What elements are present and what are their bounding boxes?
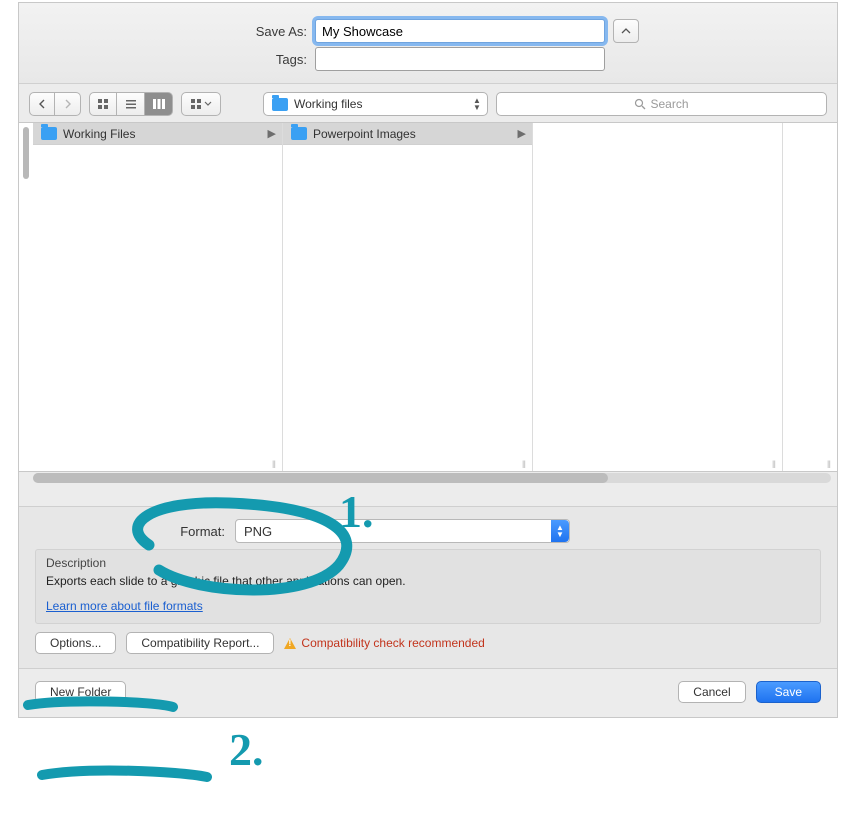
scroll-thumb[interactable] xyxy=(33,473,608,483)
column-resize-handle[interactable]: ‖ xyxy=(772,460,778,471)
view-list-button[interactable] xyxy=(117,92,145,116)
column-browser: Working Files ▶ ‖ Powerpoint Images ▶ ‖ … xyxy=(19,122,837,472)
nav-back-button[interactable] xyxy=(29,92,55,116)
compatibility-report-button[interactable]: Compatibility Report... xyxy=(126,632,274,654)
description-heading: Description xyxy=(46,556,810,570)
annotation-underline-2 xyxy=(37,763,212,793)
search-input[interactable]: Search xyxy=(496,92,827,116)
description-text: Exports each slide to a graphic file tha… xyxy=(46,574,810,588)
chevron-right-icon: ▶ xyxy=(518,127,526,140)
item-label: Working Files xyxy=(63,127,135,141)
folder-icon xyxy=(291,127,307,140)
format-value: PNG xyxy=(244,524,272,539)
stepper-icon: ▲▼ xyxy=(551,520,569,542)
list-item[interactable]: Powerpoint Images ▶ xyxy=(283,123,532,145)
item-label: Powerpoint Images xyxy=(313,127,416,141)
nav-group xyxy=(29,92,81,116)
learn-more-link[interactable]: Learn more about file formats xyxy=(46,599,203,613)
options-button[interactable]: Options... xyxy=(35,632,116,654)
search-icon xyxy=(634,98,646,110)
nav-forward-button[interactable] xyxy=(55,92,81,116)
description-box: Description Exports each slide to a grap… xyxy=(35,549,821,624)
folder-icon xyxy=(41,127,57,140)
compatibility-warning: Compatibility check recommended xyxy=(284,636,484,650)
browser-column-4[interactable]: ‖ xyxy=(783,123,837,471)
cancel-button[interactable]: Cancel xyxy=(678,681,745,703)
list-item[interactable]: Working Files ▶ xyxy=(33,123,282,145)
browser-column-1[interactable]: Working Files ▶ ‖ xyxy=(33,123,283,471)
browser-toolbar: Working files ▲▼ Search xyxy=(19,84,837,122)
view-group xyxy=(89,92,173,116)
horizontal-scrollbar[interactable] xyxy=(33,473,831,483)
compatibility-warning-text: Compatibility check recommended xyxy=(301,636,484,650)
scroll-thumb[interactable] xyxy=(23,127,29,179)
new-folder-button[interactable]: New Folder xyxy=(35,681,126,703)
tags-label: Tags: xyxy=(217,52,307,67)
warning-icon xyxy=(284,638,296,649)
chevron-right-icon: ▶ xyxy=(268,127,276,140)
dialog-header: Save As: Tags: xyxy=(19,3,837,84)
annotation-number-2: 2. xyxy=(229,723,264,776)
collapse-expand-button[interactable] xyxy=(613,19,639,43)
view-columns-button[interactable] xyxy=(145,92,173,116)
sidebar-scrollbar[interactable] xyxy=(19,123,33,471)
folder-icon xyxy=(272,98,288,111)
saveas-input[interactable] xyxy=(315,19,605,43)
format-select[interactable]: PNG ▲▼ xyxy=(235,519,570,543)
column-resize-handle[interactable]: ‖ xyxy=(522,460,528,471)
arrange-button[interactable] xyxy=(181,92,221,116)
search-placeholder: Search xyxy=(650,97,688,111)
column-resize-handle[interactable]: ‖ xyxy=(272,460,278,471)
format-panel: Format: PNG ▲▼ Description Exports each … xyxy=(19,506,837,668)
folder-name: Working files xyxy=(294,97,362,111)
saveas-row: Save As: xyxy=(19,19,837,43)
dialog-footer: New Folder Cancel Save xyxy=(19,668,837,717)
options-row: Options... Compatibility Report... Compa… xyxy=(19,624,837,658)
column-resize-handle[interactable]: ‖ xyxy=(827,460,833,471)
view-icons-button[interactable] xyxy=(89,92,117,116)
save-button[interactable]: Save xyxy=(756,681,821,703)
tags-input[interactable] xyxy=(315,47,605,71)
stepper-icon: ▲▼ xyxy=(469,95,485,113)
saveas-label: Save As: xyxy=(217,24,307,39)
save-dialog: Save As: Tags: xyxy=(18,2,838,718)
browser-column-3[interactable]: ‖ xyxy=(533,123,783,471)
browser-column-2[interactable]: Powerpoint Images ▶ ‖ xyxy=(283,123,533,471)
format-label: Format: xyxy=(35,524,225,539)
tags-row: Tags: xyxy=(19,47,837,71)
folder-dropdown[interactable]: Working files ▲▼ xyxy=(263,92,488,116)
